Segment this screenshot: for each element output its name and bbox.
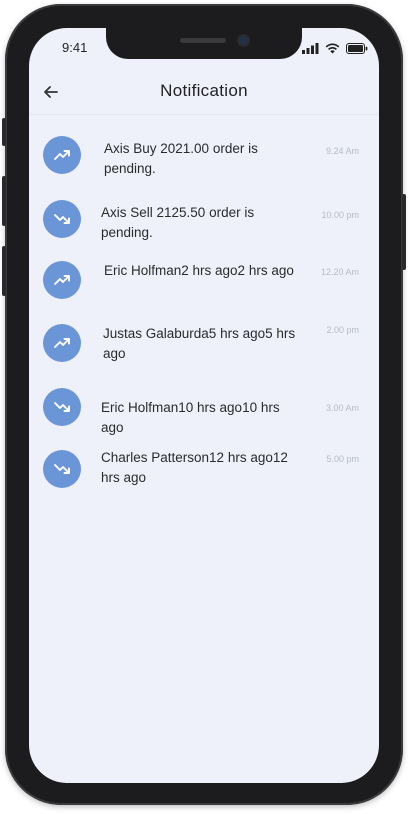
trend-badge xyxy=(43,261,81,299)
trend-badge xyxy=(43,200,81,238)
up-trend-icon xyxy=(54,150,70,160)
notification-item[interactable]: Eric Holfman2 hrs ago2 hrs ago 12.20 Am xyxy=(29,257,379,313)
volume-up-button xyxy=(2,176,6,226)
up-trend-icon xyxy=(54,275,70,285)
down-trend-icon xyxy=(54,464,70,474)
app-header: Notification xyxy=(29,70,379,115)
notification-message: Eric Holfman2 hrs ago2 hrs ago xyxy=(104,263,294,278)
notification-message: Justas Galaburda5 hrs ago5 hrs ago xyxy=(103,326,296,361)
front-camera xyxy=(239,36,248,45)
notification-item[interactable]: Axis Buy 2021.00 order is pending. 9.24 … xyxy=(29,132,379,188)
notification-item[interactable]: Eric Holfman10 hrs ago10 hrs ago 3.00 Am xyxy=(29,384,379,440)
notification-time: 3.00 Am xyxy=(325,403,359,413)
down-trend-icon xyxy=(54,214,70,224)
up-trend-icon xyxy=(54,338,70,348)
page-title: Notification xyxy=(160,81,248,100)
battery-icon xyxy=(346,42,368,54)
status-icons xyxy=(302,41,368,55)
notification-time: 12.20 Am xyxy=(320,267,359,277)
notification-message: Eric Holfman10 hrs ago10 hrs ago xyxy=(101,400,280,435)
notification-item[interactable]: Charles Patterson12 hrs ago12 hrs ago 5.… xyxy=(29,446,379,502)
wifi-icon xyxy=(325,43,340,53)
trend-badge xyxy=(43,324,81,362)
down-trend-icon xyxy=(54,402,70,412)
trend-badge xyxy=(43,450,81,488)
volume-down-button xyxy=(2,246,6,296)
notification-item[interactable]: Justas Galaburda5 hrs ago5 hrs ago 2.00 … xyxy=(29,320,379,376)
silent-switch xyxy=(2,118,6,146)
notification-time: 5.00 pm xyxy=(326,454,359,464)
notification-item[interactable]: Axis Sell 2125.50 order is pending. 10.0… xyxy=(29,196,379,252)
status-time: 9:41 xyxy=(62,40,88,55)
notification-message: Axis Buy 2021.00 order is pending. xyxy=(104,141,258,176)
notification-time: 10.00 pm xyxy=(321,210,359,220)
speaker xyxy=(180,38,226,43)
notch xyxy=(106,28,302,59)
power-button xyxy=(402,194,406,270)
signal-icon xyxy=(302,42,319,54)
trend-badge xyxy=(43,388,81,426)
notification-message: Charles Patterson12 hrs ago12 hrs ago xyxy=(101,450,288,485)
notification-time: 2.00 pm xyxy=(326,325,359,335)
notification-time: 9.24 Am xyxy=(325,146,359,156)
notification-message: Axis Sell 2125.50 order is pending. xyxy=(101,205,255,240)
trend-badge xyxy=(43,136,81,174)
